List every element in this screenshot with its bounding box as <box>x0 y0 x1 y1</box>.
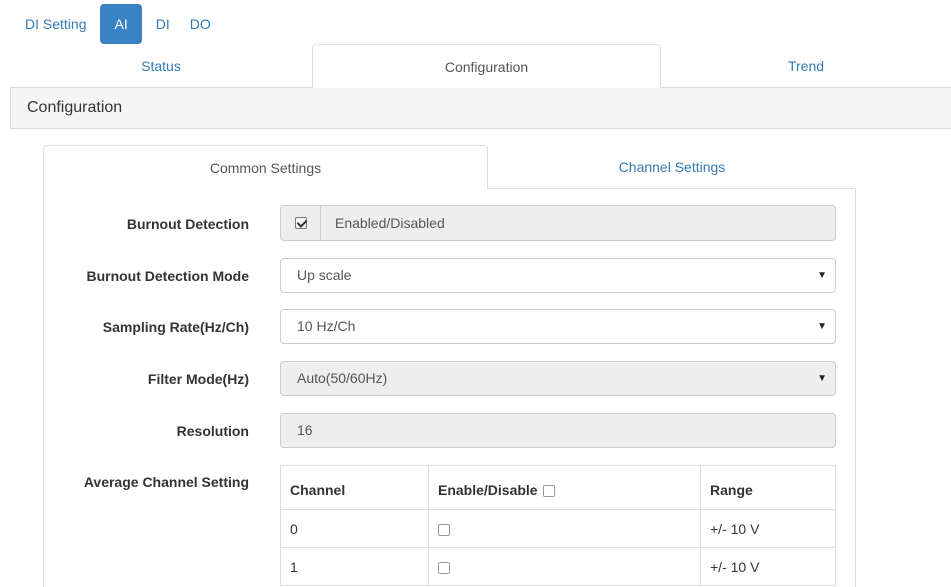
sampling-rate-select[interactable]: 10 Hz/Ch ▼ <box>280 309 836 344</box>
dropdown-caret-icon: ▼ <box>817 321 827 332</box>
column-header-enable-disable: Enable/Disable <box>428 465 701 510</box>
nav-item-ai[interactable]: AI <box>100 4 142 44</box>
dropdown-caret-icon: ▼ <box>817 270 827 281</box>
main-tabs: Status Configuration Trend <box>10 44 951 89</box>
filter-mode-value: Auto(50/60Hz) <box>297 370 388 386</box>
enable-cell <box>428 547 701 586</box>
channel-cell: 1 <box>280 547 429 586</box>
burnout-mode-value: Up scale <box>297 267 352 283</box>
sampling-rate-label: Sampling Rate(Hz/Ch) <box>102 319 249 335</box>
enable-all-checkbox[interactable] <box>543 484 556 497</box>
top-nav: DI Setting AI DI DO <box>17 4 221 44</box>
nav-item-do[interactable]: DO <box>180 4 221 44</box>
sampling-rate-value: 10 Hz/Ch <box>297 318 356 334</box>
tab-channel-settings[interactable]: Channel Settings <box>488 145 856 189</box>
burnout-detection-group: Enabled/Disabled <box>280 205 836 241</box>
column-header-range: Range <box>700 465 836 510</box>
burnout-detection-checkbox-addon <box>281 206 321 240</box>
range-cell: +/- 10 V <box>700 509 836 548</box>
burnout-detection-label: Burnout Detection <box>126 216 249 232</box>
panel-title: Configuration <box>27 99 123 116</box>
average-channel-table: Channel Enable/Disable Range 0 +/- 10 V … <box>280 465 836 586</box>
filter-mode-label: Filter Mode(Hz) <box>147 371 249 387</box>
tab-configuration[interactable]: Configuration <box>312 44 661 89</box>
nav-item-di[interactable]: DI <box>146 4 180 44</box>
dropdown-caret-icon: ▼ <box>817 373 827 384</box>
tab-status[interactable]: Status <box>10 44 312 88</box>
burnout-mode-select[interactable]: Up scale ▼ <box>280 258 836 293</box>
filter-mode-select[interactable]: Auto(50/60Hz) ▼ <box>280 361 836 396</box>
sub-tabs: Common Settings Channel Settings <box>43 145 856 190</box>
resolution-value: 16 <box>297 422 313 438</box>
nav-item-di-setting[interactable]: DI Setting <box>17 4 96 44</box>
channel-enable-checkbox[interactable] <box>438 523 450 536</box>
tab-trend[interactable]: Trend <box>661 44 951 88</box>
table-row: 0 +/- 10 V <box>280 509 836 548</box>
channel-enable-checkbox[interactable] <box>438 561 450 574</box>
panel-heading: Configuration <box>10 88 951 129</box>
column-header-channel: Channel <box>280 465 429 510</box>
average-channel-label: Average Channel Setting <box>83 474 249 490</box>
table-row: 1 +/- 10 V <box>280 547 836 586</box>
table-header-row: Channel Enable/Disable Range <box>280 465 836 510</box>
resolution-field: 16 <box>280 413 836 448</box>
range-cell: +/- 10 V <box>700 547 836 586</box>
burnout-mode-label: Burnout Detection Mode <box>86 268 249 284</box>
resolution-label: Resolution <box>176 423 249 439</box>
burnout-detection-text: Enabled/Disabled <box>335 215 445 231</box>
enable-cell <box>428 509 701 548</box>
channel-cell: 0 <box>280 509 429 548</box>
column-header-enable-disable-label: Enable/Disable <box>438 481 538 498</box>
tab-common-settings[interactable]: Common Settings <box>43 145 488 190</box>
burnout-detection-checkbox[interactable] <box>294 217 307 229</box>
